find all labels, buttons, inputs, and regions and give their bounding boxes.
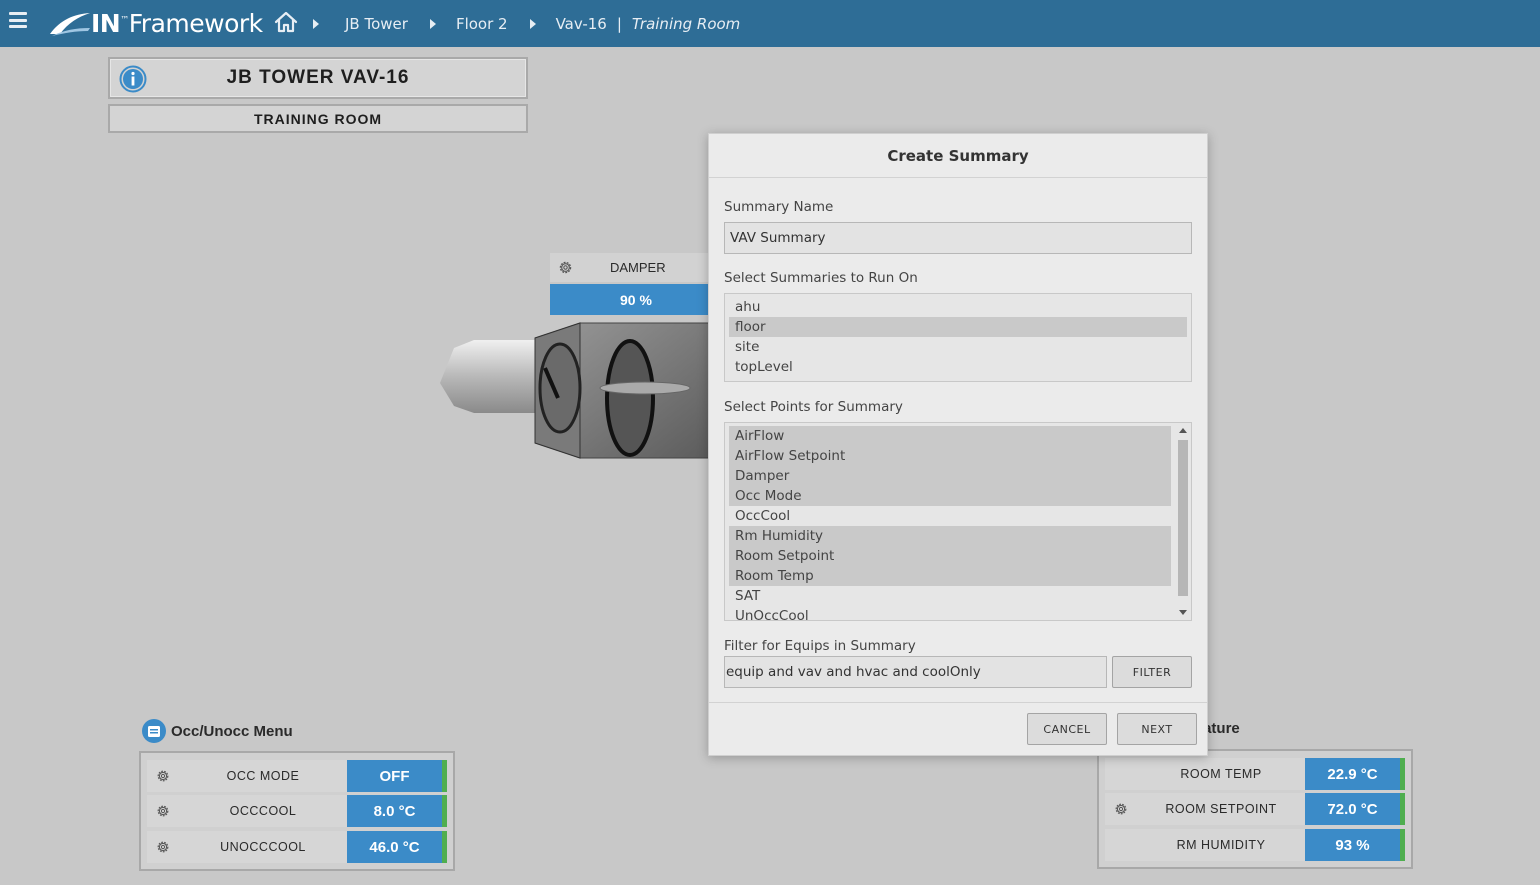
breadcrumb-arrow-icon <box>429 18 436 29</box>
unocccool-label: UNOCCCOOL <box>220 840 306 854</box>
breadcrumb-current: Training Room <box>631 14 741 33</box>
damper-duct-graphic <box>440 322 710 459</box>
points-listbox[interactable]: AirFlow AirFlow Setpoint Damper Occ Mode Occ… <box>724 422 1192 621</box>
run-on-label: Select Summaries to Run On <box>724 270 918 286</box>
run-on-listbox[interactable]: ahu floor site topLevel <box>724 293 1192 382</box>
run_on-option[interactable]: floor <box>729 317 1187 337</box>
points-option[interactable]: Rm Humidity <box>729 526 1171 546</box>
breadcrumb: JB Tower Floor 2 Vav-16 | Training Room <box>313 0 740 47</box>
logo-in: IN <box>91 8 121 38</box>
damper-value[interactable]: 90 % <box>550 284 710 315</box>
next-button[interactable]: NEXT <box>1117 713 1197 745</box>
occcool-value[interactable]: 8.0 °C <box>347 795 447 827</box>
logo-framework: Framework <box>128 8 263 38</box>
gear-icon[interactable] <box>155 768 171 784</box>
room-setpoint-row: ROOM SETPOINT 72.0 °C <box>1105 793 1405 825</box>
breadcrumb-separator: | <box>616 14 622 33</box>
rm-humidity-label: RM HUMIDITY <box>1176 838 1266 852</box>
filter-input[interactable] <box>724 656 1107 688</box>
occcool-label: OCCCOOL <box>229 804 297 818</box>
logo-swoosh-icon <box>50 13 90 36</box>
gear-icon[interactable] <box>155 839 171 855</box>
scroll-down-icon[interactable] <box>1179 610 1187 615</box>
points-label: Select Points for Summary <box>724 399 903 415</box>
occ-mode-value[interactable]: OFF <box>347 760 447 792</box>
equip-title: JB TOWER VAV-16 <box>226 67 410 88</box>
scroll-up-icon[interactable] <box>1179 428 1187 433</box>
occ-panel-label: Occ/Unocc Menu <box>171 722 293 740</box>
temp-panel: ROOM TEMP 22.9 °C ROOM SETPOINT 72.0 °C … <box>1097 749 1413 869</box>
dialog-title: Create Summary <box>709 134 1207 178</box>
dialog-footer <box>709 702 1207 703</box>
unocccool-value[interactable]: 46.0 °C <box>347 831 447 863</box>
room-temp-value[interactable]: 22.9 °C <box>1305 758 1405 790</box>
room-setpoint-value[interactable]: 72.0 °C <box>1305 793 1405 825</box>
info-icon[interactable] <box>119 65 147 93</box>
points-option[interactable]: Room Temp <box>729 566 1171 586</box>
app-logo[interactable]: IN™Framework <box>48 6 263 40</box>
occ-mode-row: OCC MODE OFF <box>147 760 447 792</box>
run_on-option[interactable]: site <box>729 337 1187 357</box>
logo-tm: ™ <box>120 15 129 26</box>
home-icon[interactable] <box>274 11 298 33</box>
cancel-button[interactable]: CANCEL <box>1027 713 1107 745</box>
run_on-option[interactable]: topLevel <box>729 357 1187 377</box>
scroll-thumb[interactable] <box>1178 440 1188 596</box>
damper-label: DAMPER <box>610 260 666 275</box>
points-option[interactable]: OccCool <box>729 506 1171 526</box>
menu-icon[interactable] <box>9 12 27 30</box>
damper-header: DAMPER <box>550 253 710 282</box>
equip-subtitle: TRAINING ROOM <box>253 110 383 127</box>
filter-button[interactable]: FILTER <box>1112 656 1192 688</box>
occ-panel-title: Occ/Unocc Menu <box>141 718 293 744</box>
points-option[interactable]: AirFlow <box>729 426 1171 446</box>
run_on-option[interactable]: ahu <box>729 297 1187 317</box>
occ-panel: OCC MODE OFF OCCCOOL 8.0 °C UNOCCCOOL 46… <box>139 751 455 871</box>
gear-icon[interactable] <box>155 803 171 819</box>
breadcrumb-equip[interactable]: Vav-16 <box>556 15 607 33</box>
schedule-icon[interactable] <box>141 718 167 744</box>
room-temp-row: ROOM TEMP 22.9 °C <box>1105 758 1405 790</box>
equip-subtitle-box: TRAINING ROOM <box>108 104 528 133</box>
points-option[interactable]: Damper <box>729 466 1171 486</box>
breadcrumb-floor[interactable]: Floor 2 <box>456 15 508 33</box>
breadcrumb-arrow-icon <box>529 18 536 29</box>
points-option[interactable]: AirFlow Setpoint <box>729 446 1171 466</box>
gear-icon[interactable] <box>1113 801 1129 817</box>
points-option[interactable]: SAT <box>729 586 1171 606</box>
points-option[interactable]: Room Setpoint <box>729 546 1171 566</box>
occcool-row: OCCCOOL 8.0 °C <box>147 795 447 827</box>
rm-humidity-value[interactable]: 93 % <box>1305 829 1405 861</box>
points-scrollbar[interactable] <box>1175 423 1191 620</box>
unocccool-row: UNOCCCOOL 46.0 °C <box>147 831 447 863</box>
create-summary-dialog: Create Summary Summary Name Select Summa… <box>708 133 1208 756</box>
equip-title-box: JB TOWER VAV-16 <box>108 57 528 99</box>
breadcrumb-arrow-icon <box>313 18 319 29</box>
points-option[interactable]: Occ Mode <box>729 486 1171 506</box>
summary-name-label: Summary Name <box>724 199 834 215</box>
occ-mode-label: OCC MODE <box>226 769 300 783</box>
breadcrumb-site[interactable]: JB Tower <box>345 15 408 33</box>
filter-label: Filter for Equips in Summary <box>724 638 916 654</box>
room-setpoint-label: ROOM SETPOINT <box>1165 802 1277 816</box>
top-nav-bar: IN™Framework JB Tower Floor 2 Vav-16 | T… <box>0 0 1540 47</box>
points-option[interactable]: UnOccCool <box>729 606 1171 620</box>
room-temp-label: ROOM TEMP <box>1180 767 1262 781</box>
summary-name-input[interactable] <box>724 222 1192 254</box>
rm-humidity-row: RM HUMIDITY 93 % <box>1105 829 1405 861</box>
gear-icon[interactable] <box>557 259 574 276</box>
